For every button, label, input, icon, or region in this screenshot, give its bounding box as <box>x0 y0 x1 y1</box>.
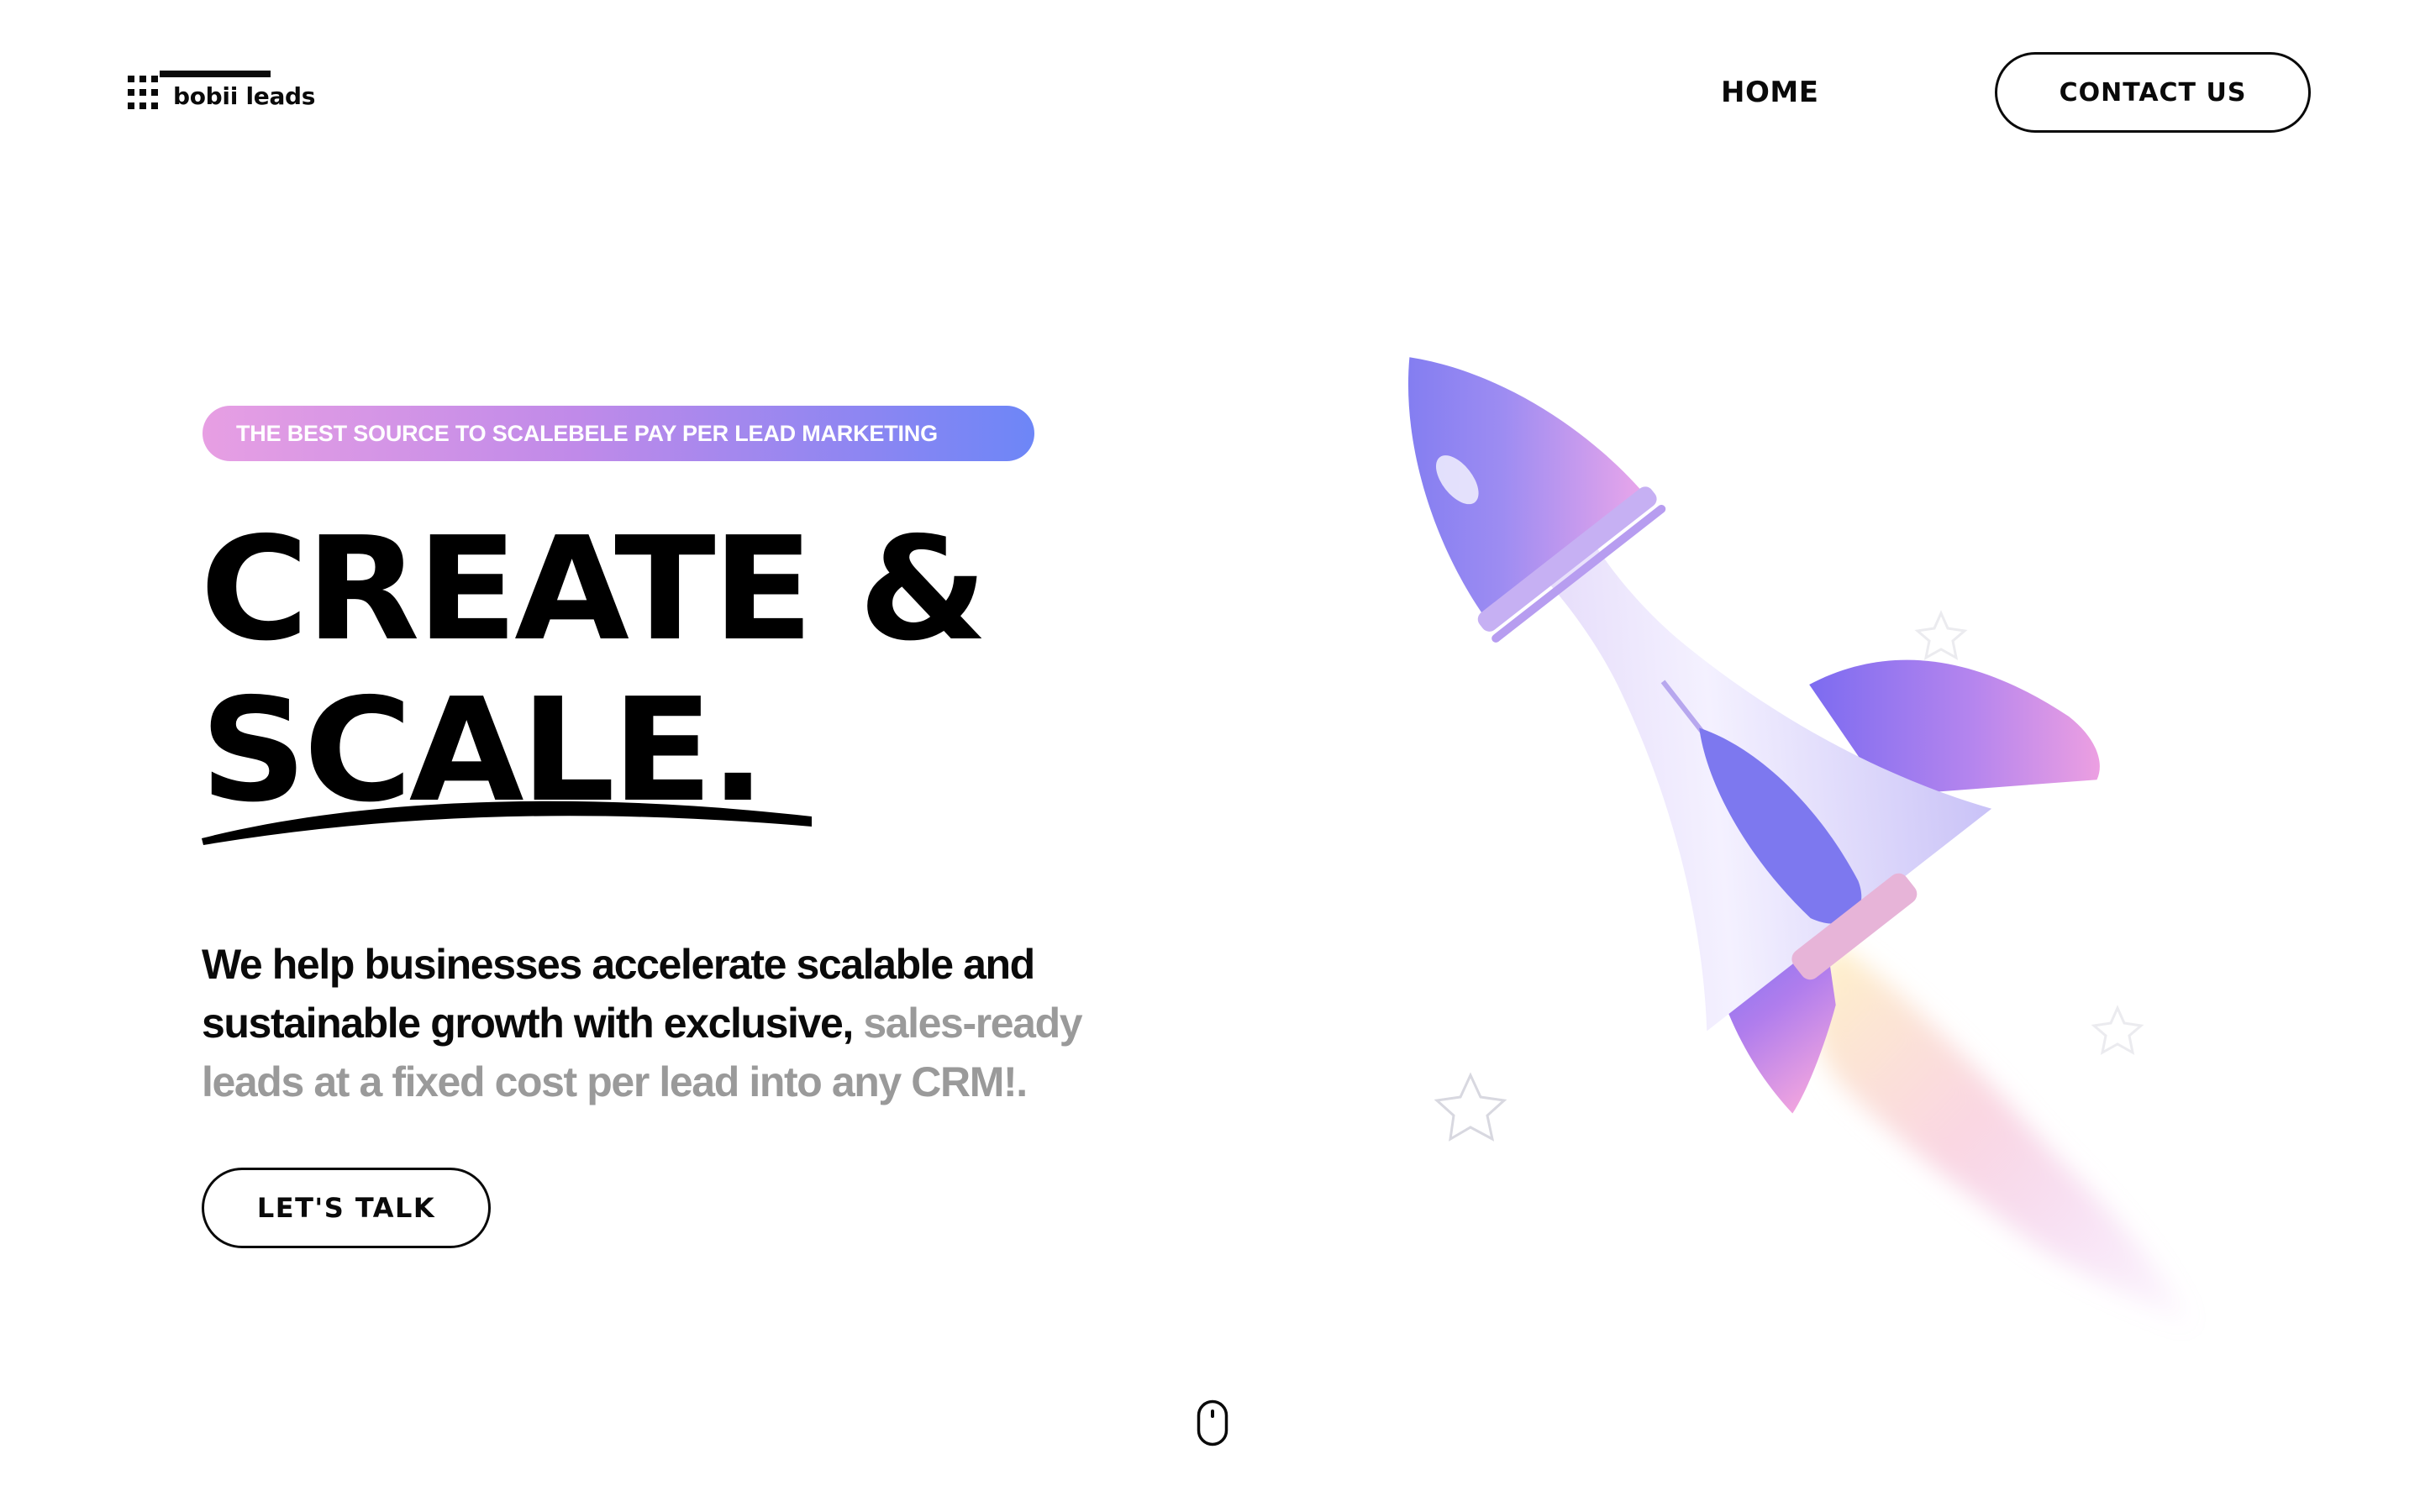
headline-underline-swoosh <box>202 801 812 845</box>
brand-logo[interactable]: bobii leads <box>128 71 329 114</box>
brand-name: bobii leads <box>173 82 316 110</box>
rocket-illustration <box>1407 357 2193 1327</box>
logo-bar <box>160 71 271 77</box>
mouse-scroll-icon[interactable] <box>1197 1399 1228 1446</box>
headline-line-1: CREATE & <box>200 507 988 673</box>
tagline-text: THE BEST SOURCE TO SCALEBELE PAY PER LEA… <box>236 420 938 446</box>
hero-description: We help businesses accelerate scalable a… <box>202 935 1143 1111</box>
lets-talk-button[interactable]: LET'S TALK <box>202 1168 491 1248</box>
tagline-badge: THE BEST SOURCE TO SCALEBELE PAY PER LEA… <box>203 406 1034 461</box>
nav-home-link[interactable]: HOME <box>1721 76 1818 109</box>
contact-us-button[interactable]: CONTACT US <box>1995 52 2311 133</box>
dot-grid-logo-icon <box>128 76 158 109</box>
